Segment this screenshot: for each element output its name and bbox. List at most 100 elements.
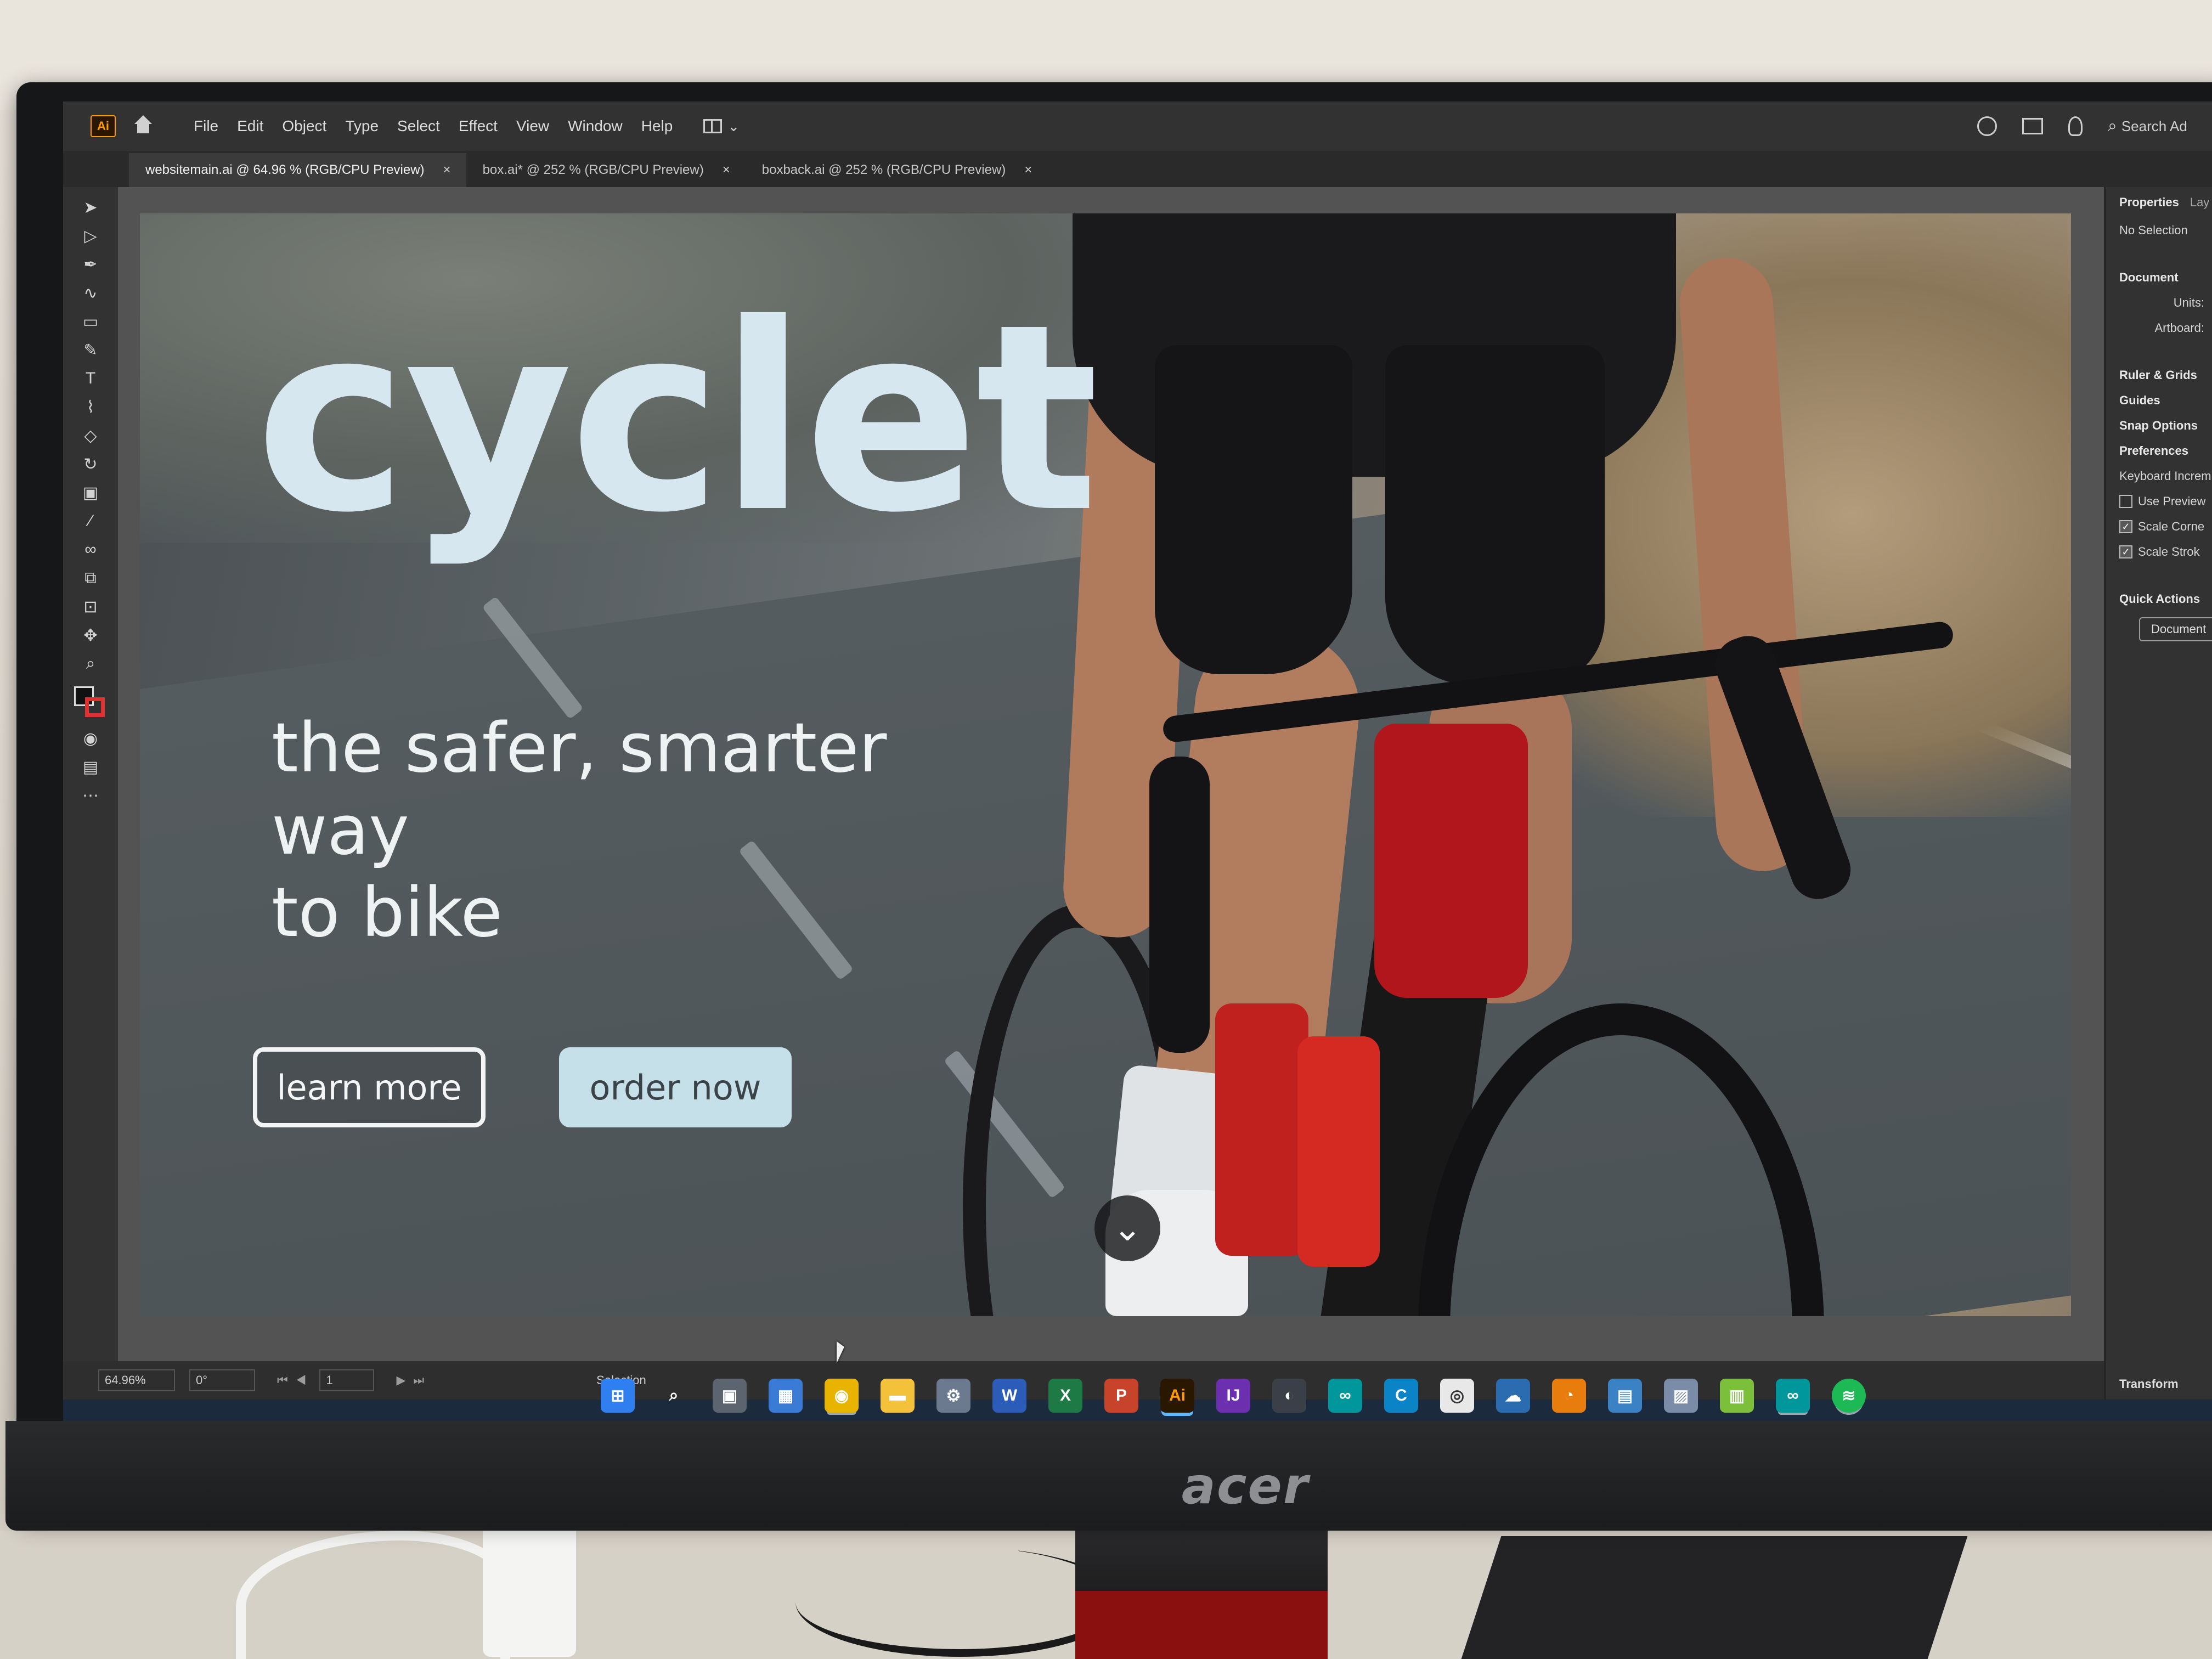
tab-properties[interactable]: Properties: [2119, 195, 2179, 210]
scale-strokes-checkbox-row[interactable]: ✓ Scale Strok: [2106, 539, 2212, 565]
word-icon[interactable]: W: [992, 1379, 1026, 1413]
section-snap-options[interactable]: Snap Options: [2106, 413, 2212, 438]
hand-tool-icon[interactable]: ✥: [78, 626, 103, 645]
app-icon[interactable]: ◐: [1272, 1379, 1306, 1413]
menu-window[interactable]: Window: [568, 117, 623, 135]
intellij-icon[interactable]: IJ: [1216, 1379, 1250, 1413]
rectangle-tool-icon[interactable]: ▭: [78, 312, 103, 331]
file-explorer-icon[interactable]: ▬: [881, 1379, 915, 1413]
account-icon[interactable]: [1977, 116, 1997, 136]
checkbox-checked[interactable]: ✓: [2119, 545, 2132, 558]
notes-icon[interactable]: ▥: [1720, 1379, 1754, 1413]
discover-lightbulb-icon[interactable]: [2068, 116, 2083, 136]
shape-builder-tool-icon[interactable]: ⧉: [78, 569, 103, 588]
close-icon[interactable]: ×: [1024, 162, 1032, 178]
menu-type[interactable]: Type: [345, 117, 379, 135]
learn-more-button[interactable]: learn more: [253, 1047, 486, 1127]
type-tool-icon[interactable]: T: [78, 369, 103, 388]
order-now-button[interactable]: order now: [559, 1047, 792, 1127]
artboard-next-arrows-icon[interactable]: ▶⏭: [396, 1373, 432, 1387]
canvas-area[interactable]: cyclet the safer, smarter way to bike le…: [118, 187, 2104, 1400]
artboard-tool-icon[interactable]: ⊡: [78, 597, 103, 616]
rider-shorts-left: [1155, 345, 1352, 674]
cloud-app-icon[interactable]: ☁: [1496, 1379, 1530, 1413]
checkbox-checked[interactable]: ✓: [2119, 520, 2132, 533]
monitor-chin: [5, 1421, 2212, 1531]
tab-box[interactable]: box.ai* @ 252 % (RGB/CPU Preview) ×: [466, 153, 746, 187]
fill-stroke-swatches[interactable]: [74, 686, 107, 719]
transform-panel-header[interactable]: Transform: [2106, 1369, 2179, 1400]
screen-mode-icon[interactable]: ▤: [78, 758, 103, 776]
rotation-field[interactable]: 0°: [189, 1369, 255, 1391]
search-field[interactable]: ⌕ Search Ad: [2108, 117, 2212, 136]
monitor-stand-accent: [1075, 1591, 1328, 1659]
spotify-icon[interactable]: ≋: [1832, 1379, 1866, 1413]
zoom-tool-icon[interactable]: ⌕: [78, 654, 103, 673]
document-setup-button[interactable]: Document: [2139, 617, 2212, 641]
menu-edit[interactable]: Edit: [237, 117, 263, 135]
eraser-tool-icon[interactable]: ◇: [78, 426, 103, 445]
use-preview-checkbox-row[interactable]: Use Preview: [2106, 489, 2212, 514]
tab-websitemain[interactable]: websitemain.ai @ 64.96 % (RGB/CPU Previe…: [129, 153, 466, 187]
paint-icon[interactable]: ▨: [1664, 1379, 1698, 1413]
panel-tabs: Properties Lay: [2106, 187, 2212, 218]
gradient-tool-icon[interactable]: ▣: [78, 483, 103, 502]
illustrator-icon[interactable]: Ai: [1160, 1379, 1194, 1413]
panel-toggle-icon[interactable]: [2022, 118, 2043, 134]
paintbrush-tool-icon[interactable]: ✎: [78, 341, 103, 359]
power-adapter: [483, 1520, 576, 1657]
menu-object[interactable]: Object: [282, 117, 326, 135]
section-guides[interactable]: Guides: [2106, 388, 2212, 413]
section-ruler-grids[interactable]: Ruler & Grids: [2106, 363, 2212, 388]
zoom-field[interactable]: 64.96%: [98, 1369, 175, 1391]
browser-icon[interactable]: ◎: [1440, 1379, 1474, 1413]
tab-boxback[interactable]: boxback.ai @ 252 % (RGB/CPU Preview) ×: [746, 153, 1048, 187]
scroll-down-chevron-icon[interactable]: ⌄: [1094, 1195, 1160, 1261]
close-icon[interactable]: ×: [443, 162, 451, 178]
checkbox[interactable]: [2119, 495, 2132, 508]
arduino-icon[interactable]: ∞: [1328, 1379, 1362, 1413]
menu-help[interactable]: Help: [641, 117, 673, 135]
shaper-tool-icon[interactable]: ⌇: [78, 398, 103, 416]
search-icon[interactable]: ⌕: [657, 1379, 691, 1413]
powerpoint-icon[interactable]: P: [1104, 1379, 1138, 1413]
scale-corners-checkbox-row[interactable]: ✓ Scale Corne: [2106, 514, 2212, 539]
arduino-ide-icon[interactable]: ∞: [1776, 1379, 1810, 1413]
c-app-icon[interactable]: C: [1384, 1379, 1418, 1413]
rotate-tool-icon[interactable]: ↻: [78, 455, 103, 473]
menu-select[interactable]: Select: [397, 117, 440, 135]
blender-icon[interactable]: ◔: [1552, 1379, 1586, 1413]
dark-object: [1461, 1536, 1968, 1659]
taskbar-icons: ⊞ ⌕ ▣ ▦ ◉ ▬ ⚙ W X P Ai IJ ◐ ∞ C ◎ ☁ ◔ ▤ …: [601, 1379, 1866, 1413]
pen-tool-icon[interactable]: ✒: [78, 255, 103, 274]
quick-actions-header: Quick Actions: [2119, 592, 2200, 606]
direct-selection-tool-icon[interactable]: ▷: [78, 227, 103, 245]
settings-icon[interactable]: ⚙: [936, 1379, 970, 1413]
windows-start-icon[interactable]: ⊞: [601, 1379, 635, 1413]
arrange-documents-button[interactable]: ⌄: [703, 118, 740, 135]
artboard[interactable]: cyclet the safer, smarter way to bike le…: [140, 213, 2071, 1316]
mouse-cursor-icon: [837, 1341, 844, 1363]
blend-tool-icon[interactable]: ∞: [78, 540, 103, 559]
widgets-icon[interactable]: ▦: [769, 1379, 803, 1413]
notepad-icon[interactable]: ▤: [1608, 1379, 1642, 1413]
artboard-nav-arrows-icon[interactable]: ⏮◀: [277, 1373, 314, 1387]
draw-mode-icon[interactable]: ◉: [78, 729, 103, 748]
stroke-swatch[interactable]: [85, 697, 105, 717]
more-tools-icon[interactable]: ⋯: [78, 786, 103, 805]
close-icon[interactable]: ×: [723, 162, 730, 178]
home-icon[interactable]: [131, 114, 155, 138]
curvature-tool-icon[interactable]: ∿: [78, 284, 103, 302]
tagline-line: to bike: [272, 873, 503, 952]
menu-effect[interactable]: Effect: [459, 117, 498, 135]
tab-label: boxback.ai @ 252 % (RGB/CPU Preview): [761, 162, 1006, 177]
eyedropper-tool-icon[interactable]: ⁄: [78, 512, 103, 531]
tab-layers[interactable]: Lay: [2190, 195, 2209, 210]
menu-file[interactable]: File: [194, 117, 218, 135]
chrome-icon[interactable]: ◉: [825, 1379, 859, 1413]
artboard-number-field[interactable]: 1: [319, 1369, 375, 1391]
task-view-icon[interactable]: ▣: [713, 1379, 747, 1413]
menu-view[interactable]: View: [516, 117, 549, 135]
excel-icon[interactable]: X: [1048, 1379, 1082, 1413]
selection-tool-icon[interactable]: ➤: [78, 198, 103, 217]
